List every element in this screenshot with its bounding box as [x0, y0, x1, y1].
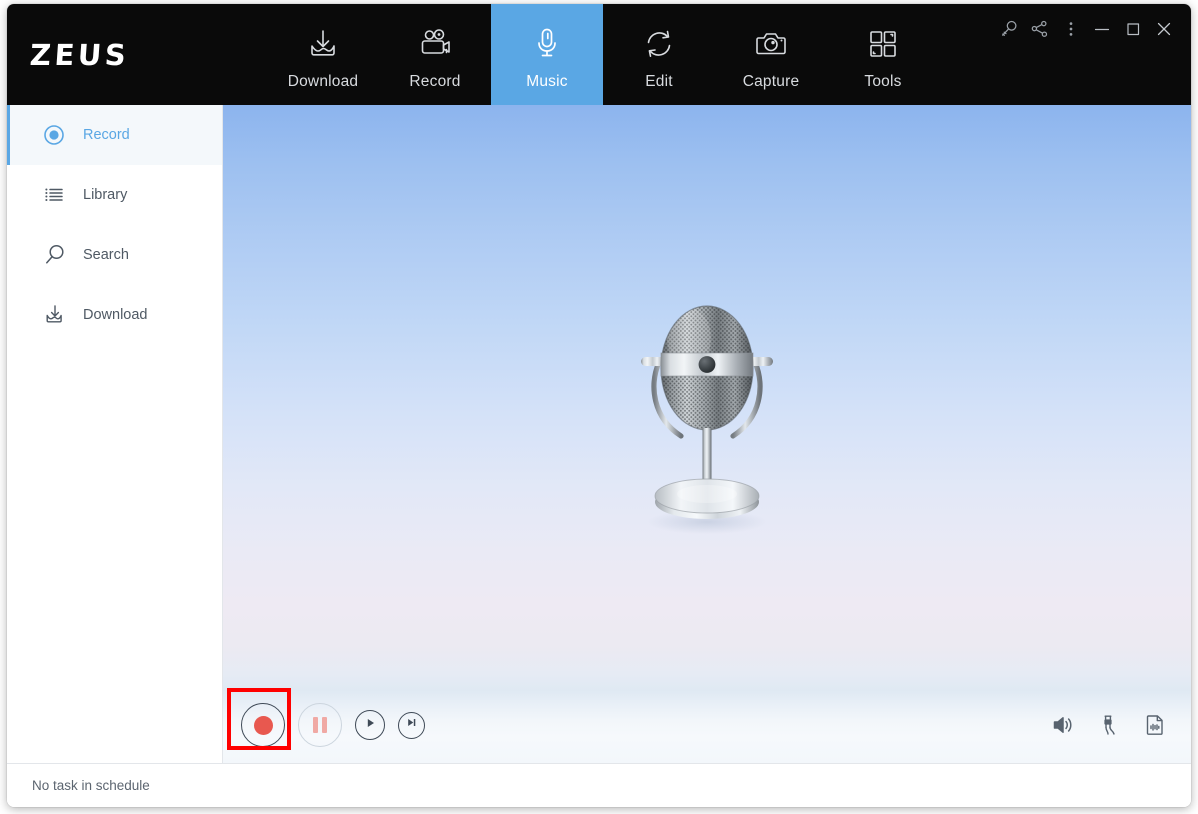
maximize-icon[interactable]: [1117, 14, 1148, 44]
content-area: [223, 105, 1191, 763]
microphone-illustration-wrapper: [223, 290, 1191, 550]
tab-download[interactable]: Download: [267, 4, 379, 105]
tab-edit-label: Edit: [645, 73, 673, 90]
minimize-icon[interactable]: [1086, 14, 1117, 44]
tab-record[interactable]: Record: [379, 4, 491, 105]
grid-squares-icon: [864, 22, 902, 66]
audio-jack-icon[interactable]: [1095, 711, 1123, 739]
sidebar-item-record[interactable]: Record: [7, 105, 222, 165]
microphone-icon: [528, 22, 566, 66]
play-triangle-icon: [363, 716, 377, 735]
sidebar-item-library[interactable]: Library: [7, 165, 222, 225]
status-bar: No task in schedule: [7, 763, 1191, 807]
tab-edit[interactable]: Edit: [603, 4, 715, 105]
sidebar-item-download[interactable]: Download: [7, 285, 222, 345]
sidebar-item-record-label: Record: [83, 127, 130, 143]
camera-icon: [752, 22, 790, 66]
share-icon[interactable]: [1024, 14, 1055, 44]
tab-music-label: Music: [526, 73, 568, 90]
record-dot-icon: [253, 715, 273, 735]
speaker-icon[interactable]: [1049, 711, 1077, 739]
key-icon[interactable]: [993, 14, 1024, 44]
tab-spacer: [217, 4, 267, 105]
sidebar: Record Library Search Download: [7, 105, 223, 763]
window-controls: [993, 14, 1179, 44]
play-button[interactable]: [355, 710, 385, 740]
audio-file-icon[interactable]: [1141, 711, 1169, 739]
sidebar-item-library-label: Library: [83, 187, 128, 203]
tab-tools-label: Tools: [864, 73, 902, 90]
body-area: Record Library Search Download: [7, 105, 1191, 763]
sidebar-item-search-label: Search: [83, 247, 129, 263]
record-circle-icon: [43, 124, 73, 146]
sidebar-item-search[interactable]: Search: [7, 225, 222, 285]
close-icon[interactable]: [1148, 14, 1179, 44]
skip-next-icon: [405, 716, 418, 734]
video-camera-icon: [415, 22, 455, 66]
tab-tools[interactable]: Tools: [827, 4, 939, 105]
pause-button[interactable]: [298, 703, 342, 747]
app-header: ZEUS Download Record Music Edit Capture …: [7, 4, 1191, 105]
more-menu-icon[interactable]: [1055, 14, 1086, 44]
magnifier-icon: [43, 243, 73, 267]
audio-tool-buttons: [1049, 711, 1169, 739]
list-icon: [43, 184, 73, 206]
tab-capture[interactable]: Capture: [715, 4, 827, 105]
pause-icon: [313, 717, 327, 733]
next-button[interactable]: [398, 711, 425, 739]
playback-control-bar: [223, 687, 1191, 763]
vintage-microphone-illustration: [641, 305, 773, 534]
tab-capture-label: Capture: [742, 73, 800, 90]
download-tray-icon: [43, 303, 73, 327]
tab-download-label: Download: [287, 73, 359, 90]
tab-record-label: Record: [409, 73, 461, 90]
sidebar-item-download-label: Download: [83, 307, 148, 323]
download-tray-icon: [304, 22, 342, 66]
record-button[interactable]: [241, 703, 285, 747]
logo-text: ZEUS: [28, 37, 131, 72]
transport-controls: [227, 688, 425, 750]
tab-music[interactable]: Music: [491, 4, 603, 105]
refresh-circle-icon: [640, 22, 678, 66]
app-logo: ZEUS: [7, 4, 217, 105]
status-text: No task in schedule: [32, 778, 150, 793]
app-window: ZEUS Download Record Music Edit Capture …: [7, 4, 1191, 807]
